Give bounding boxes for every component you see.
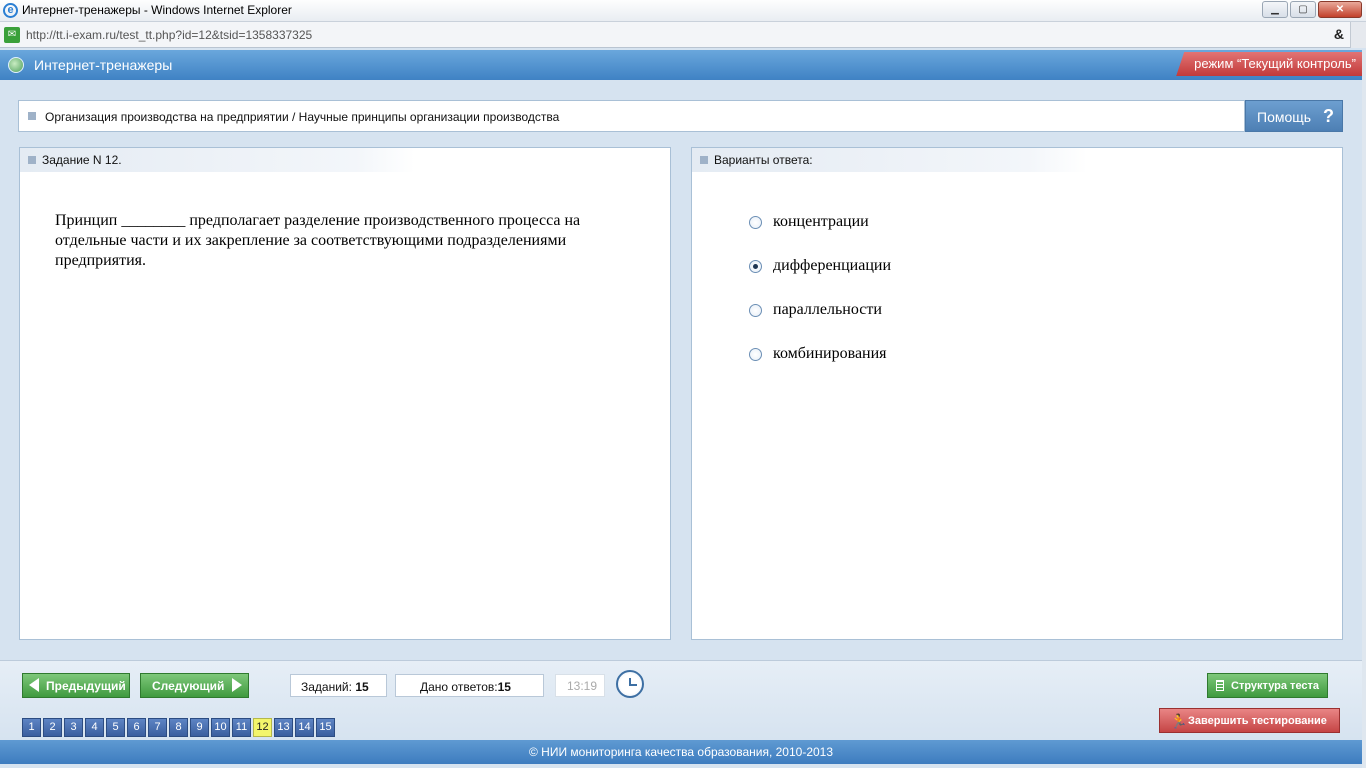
answer-label[interactable]: концентрации <box>773 213 869 231</box>
finish-test-label: Завершить тестирование <box>1188 715 1327 727</box>
breadcrumb-text: Организация производства на предприятии … <box>45 110 560 124</box>
question-mark-icon: ? <box>1323 106 1334 126</box>
radio-button[interactable] <box>749 348 762 361</box>
mode-badge: режим “Текущий контроль” <box>1176 52 1362 76</box>
answers-title: Варианты ответа: <box>714 153 813 167</box>
next-label: Следующий <box>152 679 225 693</box>
radio-button-selected[interactable] <box>749 260 762 273</box>
radio-button[interactable] <box>749 304 762 317</box>
page-button[interactable]: 4 <box>85 718 104 737</box>
answered-count-value: 15 <box>497 680 511 694</box>
answer-label[interactable]: параллельности <box>773 301 882 319</box>
page-button-current[interactable]: 12 <box>253 718 272 737</box>
internet-explorer-icon: e <box>3 3 18 18</box>
footer: © НИИ мониторинга качества образования, … <box>0 740 1362 764</box>
answer-label[interactable]: дифференциации <box>773 257 891 275</box>
page-button[interactable]: 15 <box>316 718 335 737</box>
page-button[interactable]: 1 <box>22 718 41 737</box>
page-button[interactable]: 14 <box>295 718 314 737</box>
tasks-count-label: Заданий: <box>301 680 352 694</box>
square-bullet-icon <box>28 156 36 164</box>
compatibility-icon[interactable]: & <box>1334 26 1344 42</box>
help-button[interactable]: Помощь ? <box>1245 100 1343 132</box>
test-structure-label: Структура теста <box>1231 680 1320 692</box>
page-button[interactable]: 7 <box>148 718 167 737</box>
timer: 13:19 <box>555 674 605 697</box>
breadcrumb: Организация производства на предприятии … <box>18 100 1245 132</box>
answers-panel-header: Варианты ответа: <box>692 148 1087 172</box>
page-button[interactable]: 10 <box>211 718 230 737</box>
page-button[interactable]: 5 <box>106 718 125 737</box>
close-button[interactable]: ✕ <box>1318 1 1362 18</box>
minimize-button[interactable]: ▁ <box>1262 1 1288 18</box>
address-url[interactable]: http://tt.i-exam.ru/test_tt.php?id=12&ts… <box>26 28 312 42</box>
square-bullet-icon <box>28 112 36 120</box>
test-structure-button[interactable]: Структура теста <box>1207 673 1328 698</box>
address-scrollbar[interactable] <box>1350 22 1366 48</box>
answers-panel: Варианты ответа: концентрации дифференци… <box>691 147 1343 640</box>
maximize-button[interactable]: ▢ <box>1290 1 1316 18</box>
radio-button[interactable] <box>749 216 762 229</box>
tasks-count-value: 15 <box>355 680 369 694</box>
help-label: Помощь <box>1257 109 1312 125</box>
previous-button[interactable]: Предыдущий <box>22 673 130 698</box>
page-button[interactable]: 8 <box>169 718 188 737</box>
window-title: Интернет-тренажеры - Windows Internet Ex… <box>22 3 292 17</box>
task-number: Задание N 12. <box>42 153 122 167</box>
finish-test-button[interactable]: 🏃 Завершить тестирование <box>1159 708 1340 733</box>
task-panel: Задание N 12. Принцип ________ предполаг… <box>19 147 671 640</box>
page-button[interactable]: 2 <box>43 718 62 737</box>
globe-logo-icon <box>8 57 24 73</box>
answer-label[interactable]: комбинирования <box>773 345 887 363</box>
arrow-right-icon <box>232 678 242 692</box>
square-bullet-icon <box>700 156 708 164</box>
app-title: Интернет-тренажеры <box>34 57 173 73</box>
window-title-bar: e Интернет-тренажеры - Windows Internet … <box>0 0 1366 22</box>
task-panel-header: Задание N 12. <box>20 148 415 172</box>
answered-count: Дано ответов:15 <box>395 674 544 697</box>
page-button[interactable]: 6 <box>127 718 146 737</box>
window-controls: ▁ ▢ ✕ <box>1262 1 1362 18</box>
site-favicon-icon: ✉ <box>4 27 20 43</box>
tasks-count: Заданий: 15 <box>290 674 387 697</box>
app-header: Интернет-тренажеры режим “Текущий контро… <box>0 50 1362 80</box>
question-text: Принцип ________ предполагает разделение… <box>55 212 581 269</box>
page-navigation: 1 2 3 4 5 6 7 8 9 10 11 12 13 14 15 <box>22 718 335 737</box>
page-button[interactable]: 13 <box>274 718 293 737</box>
answered-count-label: Дано ответов: <box>420 680 498 694</box>
page-button[interactable]: 3 <box>64 718 83 737</box>
running-man-icon: 🏃 <box>1170 713 1188 729</box>
previous-label: Предыдущий <box>46 679 126 693</box>
page-button[interactable]: 9 <box>190 718 209 737</box>
clock-icon <box>616 670 644 698</box>
document-icon <box>1216 680 1224 691</box>
address-bar: ✉ http://tt.i-exam.ru/test_tt.php?id=12&… <box>0 22 1366 48</box>
page-button[interactable]: 11 <box>232 718 251 737</box>
next-button[interactable]: Следующий <box>140 673 249 698</box>
arrow-left-icon <box>29 678 39 692</box>
page-scrollbar[interactable] <box>1362 50 1366 768</box>
